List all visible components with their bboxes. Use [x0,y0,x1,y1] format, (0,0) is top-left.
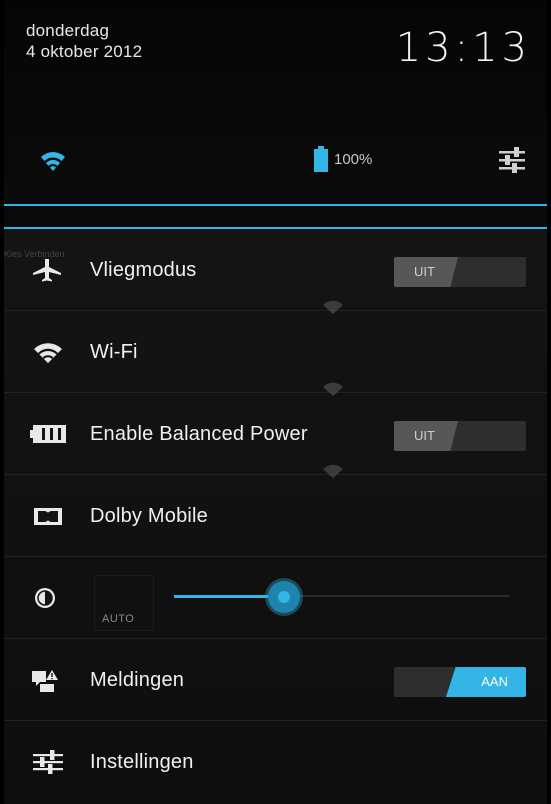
setting-row-notifications[interactable]: Meldingen AAN [4,639,547,721]
balanced-power-toggle[interactable]: UIT [394,421,526,451]
date-label: 4 oktober 2012 [26,42,143,61]
setting-row-balanced-power[interactable]: Enable Balanced Power UIT [4,382,547,475]
accent-divider [4,204,547,206]
dolby-icon [34,508,62,525]
status-header: donderdag 4 oktober 2012 13:13 100% [4,0,547,200]
wifi-ghost-icon [323,382,343,396]
settings-sliders-icon [33,750,63,774]
airplane-mode-label: Vliegmodus [90,259,197,281]
notification-shade: donderdag 4 oktober 2012 13:13 100% Kies… [4,0,547,804]
dolby-label: Dolby Mobile [90,505,209,527]
toggle-off-label: UIT [394,257,458,287]
date-block: donderdag 4 oktober 2012 [26,20,142,62]
balanced-power-label: Enable Balanced Power [90,423,308,445]
setting-row-airplane-mode[interactable]: Vliegmodus UIT [4,229,547,311]
battery-status: 100% [314,144,372,174]
battery-percent: 100% [334,150,373,168]
brightness-slider-track[interactable] [280,595,510,597]
wifi-ghost-icon [323,300,343,314]
toggle-off-label: UIT [394,421,458,451]
setting-row-wifi[interactable]: Wi-Fi [4,300,547,393]
setting-row-settings[interactable]: Instellingen [4,721,547,803]
setting-row-brightness: AUTO [4,557,547,639]
brightness-slider-fill [174,595,280,598]
wifi-icon [34,343,62,363]
brightness-slider-thumb[interactable] [268,581,300,613]
toggle-on-label: AAN [446,667,526,697]
battery-icon [314,146,328,172]
airplane-icon [33,259,61,282]
wifi-label: Wi-Fi [90,341,138,363]
quick-settings-panel: Kies Verbinden Vliegmodus UIT Wi-Fi Enab… [4,229,547,804]
battery-icon [30,425,66,443]
day-label: donderdag [26,21,110,40]
notifications-icon [32,670,58,692]
auto-brightness-label: AUTO [102,613,135,625]
settings-label: Instellingen [90,751,194,773]
notifications-label: Meldingen [90,669,185,691]
quick-settings-icon[interactable] [497,146,527,174]
airplane-mode-toggle[interactable]: UIT [394,257,526,287]
setting-row-dolby[interactable]: Dolby Mobile [4,464,547,557]
wifi-ghost-icon [323,464,343,478]
clock: 13:13 [395,25,531,71]
notifications-toggle[interactable]: AAN [394,667,526,697]
wifi-status-icon [41,152,65,171]
brightness-icon [35,588,55,608]
